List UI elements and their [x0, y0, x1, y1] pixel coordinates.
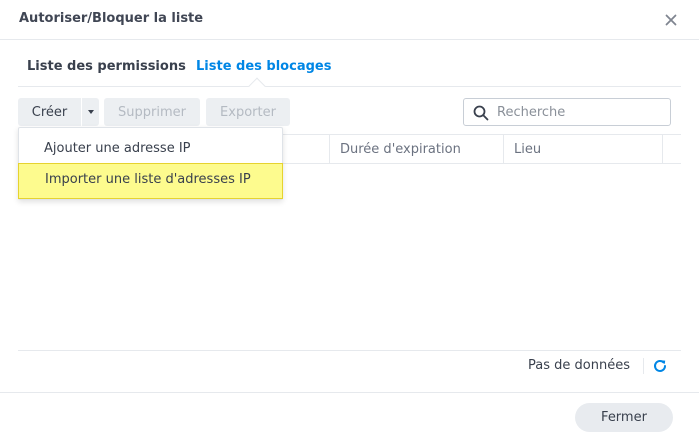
block-list-dialog: Autoriser/Bloquer la liste Liste des per… [0, 0, 699, 440]
close-button[interactable]: Fermer [575, 403, 673, 432]
menu-item-label: Importer une liste d'adresses IP [45, 172, 251, 187]
close-icon[interactable] [662, 11, 680, 29]
menu-item-label: Ajouter une adresse IP [44, 141, 191, 156]
empty-status-text: Pas de données [528, 358, 630, 373]
table-footer: Pas de données [18, 350, 681, 380]
delete-button[interactable]: Supprimer [104, 98, 200, 126]
refresh-icon[interactable] [652, 358, 668, 374]
column-header-expiration[interactable]: Durée d'expiration [329, 135, 503, 164]
toolbar: Créer Supprimer Exporter [18, 98, 681, 126]
tab-bar: Liste des permissions Liste des blocages [18, 54, 681, 95]
active-tab-indicator [248, 77, 266, 95]
chevron-down-icon [87, 110, 94, 114]
export-button[interactable]: Exporter [206, 98, 290, 126]
search-input[interactable] [497, 103, 665, 121]
dialog-titlebar: Autoriser/Bloquer la liste [0, 0, 699, 40]
create-button[interactable]: Créer [18, 98, 81, 126]
column-header-location[interactable]: Lieu [503, 135, 662, 164]
column-header-extra [662, 135, 681, 164]
menu-item-import-ip-list[interactable]: Importer une liste d'adresses IP [18, 163, 283, 199]
search-box [463, 98, 671, 126]
dialog-title: Autoriser/Bloquer la liste [19, 11, 204, 26]
tab-block-list[interactable]: Liste des blocages [196, 59, 331, 74]
tab-permissions[interactable]: Liste des permissions [27, 59, 186, 74]
create-dropdown-menu: Ajouter une adresse IP Importer une list… [18, 127, 283, 200]
create-dropdown-button[interactable] [82, 98, 99, 126]
dialog-footer: Fermer [0, 392, 699, 440]
search-icon [473, 105, 489, 121]
footer-divider [643, 358, 644, 374]
menu-item-add-ip[interactable]: Ajouter une adresse IP [19, 133, 284, 167]
